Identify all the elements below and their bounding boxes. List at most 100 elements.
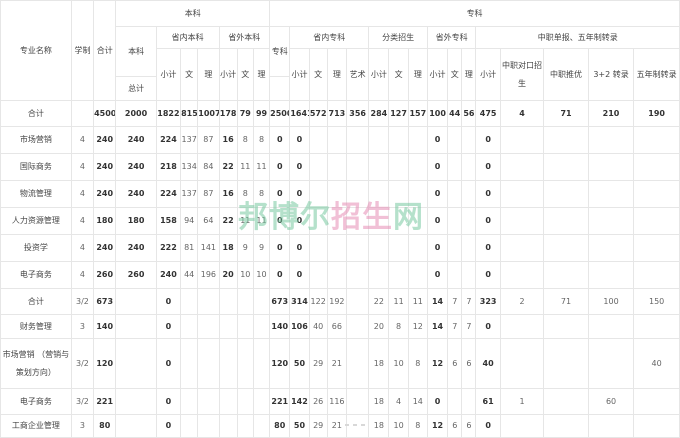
value-cell (447, 207, 463, 235)
header-wen: 文 (388, 48, 409, 101)
header-major: 专业名称 (0, 0, 72, 101)
value-cell: 240 (155, 261, 182, 289)
value-cell (388, 180, 409, 208)
value-cell: 7 (461, 314, 477, 339)
value-cell (70, 100, 95, 127)
value-cell (447, 180, 463, 208)
value-cell (388, 126, 409, 154)
value-cell: 0 (426, 180, 449, 208)
value-cell: 40 (308, 314, 328, 339)
value-cell: 10 (236, 261, 254, 289)
value-cell (499, 338, 545, 389)
header-li: 理 (407, 48, 428, 101)
value-cell: 116 (326, 388, 348, 415)
value-cell (407, 234, 428, 262)
value-cell: 0 (426, 207, 449, 235)
value-cell (197, 414, 220, 438)
value-cell (499, 126, 545, 154)
value-cell: 221 (93, 388, 117, 415)
value-cell: 2000 (115, 100, 157, 127)
value-cell: 29 (308, 338, 328, 389)
value-cell (543, 126, 589, 154)
value-cell: 8 (236, 180, 254, 208)
value-cell (115, 338, 157, 389)
value-cell: 713 (326, 100, 348, 127)
value-cell: 9 (252, 234, 271, 262)
value-cell: 192 (326, 288, 348, 315)
value-cell: 0 (475, 153, 501, 181)
value-cell (218, 388, 238, 415)
value-cell: 16 (218, 126, 238, 154)
value-cell: 240 (93, 180, 117, 208)
value-cell: 6 (461, 414, 477, 438)
value-cell: 0 (155, 288, 182, 315)
value-cell: 40 (633, 338, 680, 389)
value-cell: 10 (252, 261, 271, 289)
value-cell (587, 153, 635, 181)
header-benke: 本科 (115, 0, 271, 27)
value-cell: 2500 (269, 100, 291, 127)
value-cell: 1007 (197, 100, 220, 127)
value-cell: 0 (289, 234, 310, 262)
value-cell (388, 234, 409, 262)
value-cell: 0 (475, 180, 501, 208)
value-cell: 323 (475, 288, 501, 315)
value-cell: 11 (252, 153, 271, 181)
value-cell (633, 261, 680, 289)
value-cell (543, 180, 589, 208)
value-cell: 218 (155, 153, 182, 181)
value-cell (115, 314, 157, 339)
value-cell (345, 261, 370, 289)
value-cell (326, 261, 348, 289)
value-cell: 0 (289, 207, 310, 235)
value-cell: 22 (368, 288, 390, 315)
value-cell (543, 234, 589, 262)
value-cell: 22 (218, 153, 238, 181)
value-cell: 6 (447, 338, 463, 389)
value-cell: 21 (326, 338, 348, 389)
value-cell: 673 (269, 288, 291, 315)
header-out-province-zhuanke: 省外专科 (426, 26, 477, 49)
value-cell (197, 388, 220, 415)
value-cell: 142 (289, 388, 310, 415)
value-cell: 0 (155, 314, 182, 339)
value-cell (180, 414, 199, 438)
value-cell (368, 207, 390, 235)
header-total: 合计 (93, 0, 117, 101)
value-cell: 815 (180, 100, 199, 127)
value-cell (633, 414, 680, 438)
value-cell (587, 261, 635, 289)
value-cell: 0 (475, 414, 501, 438)
value-cell (587, 207, 635, 235)
value-cell (180, 314, 199, 339)
header-li: 理 (197, 48, 220, 101)
header-li: 理 (252, 48, 271, 101)
value-cell: 0 (475, 207, 501, 235)
value-cell (252, 414, 271, 438)
value-cell: 3/2 (70, 388, 95, 415)
value-cell: 16 (218, 180, 238, 208)
value-cell (499, 234, 545, 262)
value-cell (543, 414, 589, 438)
table-row: 财务管理 3 140 0 140 106 40 66 20 8 12 14 7 7 0 (0, 314, 680, 339)
value-cell (587, 314, 635, 339)
value-cell: 180 (115, 207, 157, 235)
value-cell (326, 207, 348, 235)
value-cell: 11 (252, 207, 271, 235)
value-cell: 178 (218, 100, 238, 127)
value-cell (633, 207, 680, 235)
value-cell: 18 (368, 414, 390, 438)
value-cell: 8 (252, 126, 271, 154)
value-cell: 80 (93, 414, 117, 438)
value-cell: 71 (543, 288, 589, 315)
value-cell: 0 (269, 261, 291, 289)
table-row: 投资学 4 240 240 222 81 141 18 9 9 0 0 0 0 (0, 234, 680, 262)
header-subtotal: 小计 (426, 48, 449, 101)
value-cell: 4 (388, 388, 409, 415)
table-row: 市场营销 4 240 240 224 137 87 16 8 8 0 0 0 0 (0, 126, 680, 154)
value-cell: 80 (269, 414, 291, 438)
value-cell: 12 (426, 414, 449, 438)
value-cell: 240 (115, 153, 157, 181)
value-cell: 0 (289, 153, 310, 181)
header-zz-tuiyou: 中职推优 (543, 48, 589, 101)
